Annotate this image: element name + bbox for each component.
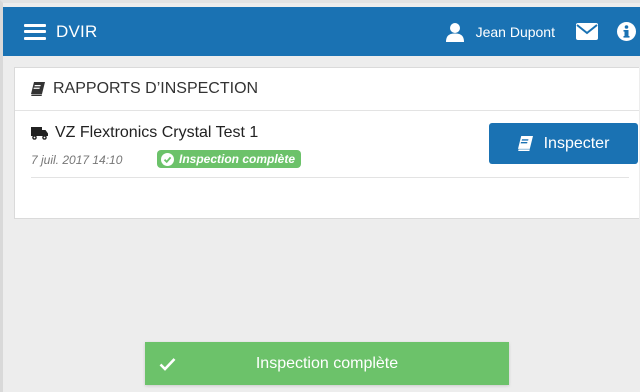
- check-circle-icon: [161, 152, 174, 166]
- inspection-reports-panel: RAPPORTS D’INSPECTION VZ Flextronics Cry…: [14, 67, 639, 219]
- topbar-actions: Jean Dupont: [445, 7, 640, 56]
- toast-message: Inspection complète: [255, 354, 399, 372]
- status-badge: Inspection complète: [157, 150, 302, 168]
- report-row: VZ Flextronics Crystal Test 1 7 juil. 20…: [31, 122, 638, 178]
- inspect-button[interactable]: Inspecter: [489, 123, 638, 164]
- success-toast[interactable]: Inspection complète: [145, 342, 509, 385]
- info-icon[interactable]: [617, 22, 636, 41]
- panel-title: RAPPORTS D’INSPECTION: [53, 80, 259, 97]
- report-date: 7 juil. 2017 14:10: [31, 153, 123, 167]
- user-icon: [445, 22, 464, 42]
- panel-header: RAPPORTS D’INSPECTION: [15, 68, 639, 111]
- truck-icon: [31, 127, 48, 140]
- check-icon: [159, 357, 176, 371]
- user-menu[interactable]: Jean Dupont: [445, 22, 555, 42]
- top-navbar: DVIR Jean Dupont: [3, 7, 640, 56]
- envelope-icon[interactable]: [576, 23, 598, 40]
- inspect-button-label: Inspecter: [543, 134, 610, 152]
- user-name: Jean Dupont: [475, 23, 555, 40]
- book-icon: [31, 82, 45, 96]
- vehicle-name: VZ Flextronics Crystal Test 1: [55, 124, 259, 141]
- book-icon: [517, 136, 533, 151]
- menu-icon[interactable]: [24, 23, 46, 40]
- app-title: DVIR: [56, 21, 98, 41]
- status-label: Inspection complète: [179, 152, 296, 166]
